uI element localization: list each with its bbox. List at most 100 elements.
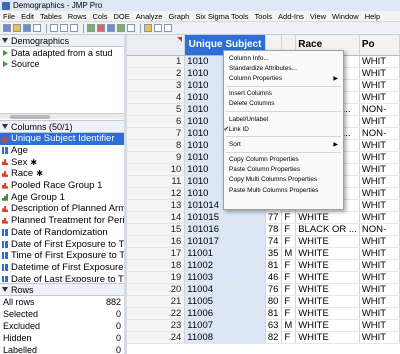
menu-analyze[interactable]: Analyze — [133, 12, 166, 21]
menu-rows[interactable]: Rows — [65, 12, 90, 21]
cell-age[interactable]: 80 — [265, 295, 283, 308]
table-row[interactable]: 18 11002 81 F WHITE WHIT — [127, 259, 400, 272]
save-icon[interactable] — [23, 24, 31, 32]
row-number[interactable]: 2 — [127, 67, 186, 80]
context-menu-item-copy-multi-columns-properties[interactable]: Copy Multi Columns Properties — [224, 175, 343, 185]
cell-race[interactable]: WHITE — [295, 211, 360, 224]
menu-six-sigma-tools[interactable]: Six Sigma Tools — [192, 12, 251, 21]
row-number[interactable]: 9 — [127, 151, 186, 164]
row-number[interactable]: 10 — [127, 163, 186, 176]
context-menu-item-copy-column-properties[interactable]: Copy Column Properties — [224, 155, 343, 165]
column-list-item[interactable]: Datetime of First Exposure — [0, 262, 124, 274]
table-script-source[interactable]: Source — [0, 58, 124, 69]
cell-sex[interactable]: F — [281, 295, 297, 308]
context-menu-item-delete-columns[interactable]: Delete Columns — [224, 99, 343, 109]
column-list-item[interactable]: Unique Subject Identifier — [0, 133, 124, 145]
column-list-item[interactable]: Race ✱ — [0, 168, 124, 180]
row-number[interactable]: 16 — [127, 235, 186, 248]
cell-subject-id[interactable]: 11002 — [184, 259, 266, 272]
cell-sex[interactable]: F — [281, 307, 297, 320]
hand-tool-icon[interactable] — [154, 24, 162, 32]
cell-subject-id[interactable]: 11006 — [184, 307, 266, 320]
table-row[interactable]: 23 11007 63 M WHITE WHIT — [127, 319, 400, 332]
cell-pooled-race[interactable]: WHIT — [359, 235, 400, 248]
columns-panel-header[interactable]: Columns (50/1) — [0, 121, 124, 133]
table-row[interactable]: 15 101016 78 F BLACK OR ... NON- — [127, 223, 400, 236]
row-number[interactable]: 3 — [127, 79, 186, 92]
column-list-item[interactable]: Age — [0, 145, 124, 157]
paste-icon[interactable] — [70, 24, 78, 32]
cell-age[interactable]: 46 — [265, 271, 283, 284]
cell-pooled-race[interactable]: WHIT — [359, 175, 400, 188]
cell-pooled-race[interactable]: WHIT — [359, 283, 400, 296]
col-header-pooled-race[interactable]: Po — [359, 35, 400, 56]
arrow-tool-icon[interactable] — [144, 24, 152, 32]
cell-subject-id[interactable]: 11004 — [184, 283, 266, 296]
menu-help[interactable]: Help — [362, 12, 383, 21]
menu-view[interactable]: View — [307, 12, 329, 21]
cell-sex[interactable]: F — [281, 271, 297, 284]
cell-race[interactable]: WHITE — [295, 271, 360, 284]
context-menu-item-paste-multi-columns-properties[interactable]: Paste Multi Columns Properties — [224, 185, 343, 195]
cell-sex[interactable]: F — [281, 235, 297, 248]
menu-window[interactable]: Window — [329, 12, 362, 21]
cell-race[interactable]: WHITE — [295, 319, 360, 332]
brush-tool-icon[interactable] — [164, 24, 172, 32]
cell-pooled-race[interactable]: WHIT — [359, 55, 400, 68]
print-icon[interactable] — [33, 24, 41, 32]
cell-pooled-race[interactable]: WHIT — [359, 295, 400, 308]
menu-add-ins[interactable]: Add-Ins — [275, 12, 307, 21]
row-number[interactable]: 1 — [127, 55, 186, 68]
context-menu-item-insert-columns[interactable]: Insert Columns — [224, 89, 343, 99]
column-list-item[interactable]: Date of Randomization — [0, 227, 124, 239]
column-list-item[interactable]: Date of First Exposure to Tr — [0, 238, 124, 250]
table-panel-header[interactable]: Demographics — [0, 35, 124, 47]
cell-pooled-race[interactable]: NON- — [359, 223, 400, 236]
column-list-item[interactable]: Description of Planned Arm — [0, 203, 124, 215]
cell-pooled-race[interactable]: WHIT — [359, 151, 400, 164]
row-number[interactable]: 7 — [127, 127, 186, 140]
cell-pooled-race[interactable]: WHIT — [359, 271, 400, 284]
cell-subject-id[interactable]: 101017 — [184, 235, 266, 248]
cell-sex[interactable]: F — [281, 283, 297, 296]
row-number[interactable]: 15 — [127, 223, 186, 236]
cell-age[interactable]: 35 — [265, 247, 283, 260]
cell-subject-id[interactable]: 11007 — [184, 319, 266, 332]
disclosure-icon[interactable] — [2, 287, 8, 292]
context-menu-item-label-unlabel[interactable]: Label/Unlabel — [224, 114, 343, 124]
table-row[interactable]: 16 101017 74 F WHITE WHIT — [127, 235, 400, 248]
rows-panel-header[interactable]: Rows — [0, 284, 124, 296]
row-number[interactable]: 8 — [127, 139, 186, 152]
row-number[interactable]: 24 — [127, 331, 186, 344]
row-number[interactable]: 6 — [127, 115, 186, 128]
row-number[interactable]: 14 — [127, 211, 186, 224]
cell-pooled-race[interactable]: WHIT — [359, 67, 400, 80]
table-row[interactable]: 14 101015 77 F WHITE WHIT — [127, 211, 400, 224]
cell-race[interactable]: WHITE — [295, 259, 360, 272]
script-icon[interactable] — [117, 24, 125, 32]
cell-pooled-race[interactable]: WHIT — [359, 139, 400, 152]
cell-pooled-race[interactable]: WHIT — [359, 319, 400, 332]
cell-sex[interactable]: F — [281, 223, 297, 236]
cell-subject-id[interactable]: 11008 — [184, 331, 266, 344]
cell-pooled-race[interactable]: WHIT — [359, 187, 400, 200]
cell-race[interactable]: WHITE — [295, 235, 360, 248]
row-number[interactable]: 5 — [127, 103, 186, 116]
new-table-icon[interactable] — [3, 24, 11, 32]
cell-pooled-race[interactable]: WHIT — [359, 199, 400, 212]
menu-doe[interactable]: DOE — [111, 12, 133, 21]
column-list-item[interactable]: Pooled Race Group 1 — [0, 180, 124, 192]
cell-pooled-race[interactable]: WHIT — [359, 79, 400, 92]
cell-age[interactable]: 77 — [265, 211, 283, 224]
cell-sex[interactable]: F — [281, 211, 297, 224]
journal-icon[interactable] — [127, 24, 135, 32]
table-note[interactable]: Data adapted from a stud — [0, 47, 124, 58]
cell-pooled-race[interactable]: WHIT — [359, 163, 400, 176]
cell-race[interactable]: WHITE — [295, 247, 360, 260]
cell-pooled-race[interactable]: WHIT — [359, 331, 400, 344]
cell-subject-id[interactable]: 11003 — [184, 271, 266, 284]
table-row[interactable]: 22 11006 81 F WHITE WHIT — [127, 307, 400, 320]
column-list-item[interactable]: Time of First Exposure to Tr — [0, 250, 124, 262]
column-list-item[interactable]: Date of Last Exposure to Tr — [0, 273, 124, 282]
menu-cols[interactable]: Cols — [89, 12, 110, 21]
